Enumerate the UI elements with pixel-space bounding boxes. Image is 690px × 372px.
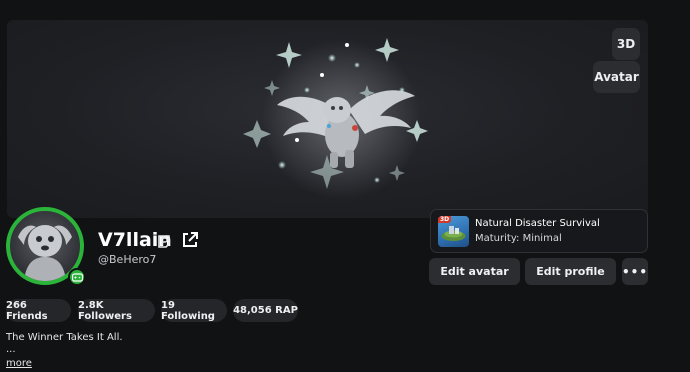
game-thumbnail: 3D	[438, 216, 469, 247]
avatar-banner	[7, 20, 648, 218]
external-link-icon[interactable]	[181, 231, 199, 249]
edit-avatar-button[interactable]: Edit avatar	[429, 258, 520, 285]
game-title[interactable]: Natural Disaster Survival	[475, 218, 600, 229]
premium-badge-icon	[158, 235, 170, 248]
bio-text: The Winner Takes It All.	[6, 332, 123, 343]
bio-more-link[interactable]: more	[6, 358, 32, 369]
game-maturity-rating: Maturity: Minimal	[475, 233, 562, 244]
followers-count-pill[interactable]: 2.8K Followers	[78, 299, 155, 322]
online-status-icon	[68, 268, 86, 286]
edit-profile-button[interactable]: Edit profile	[525, 258, 616, 285]
current-game-card[interactable]: 3D Natural Disaster Survival Maturity: M…	[430, 209, 648, 253]
view-3d-button[interactable]: 3D	[612, 28, 640, 60]
view-avatar-button[interactable]: Avatar	[593, 61, 640, 93]
more-options-button[interactable]: •••	[622, 258, 648, 285]
game-thumb-tag: 3D	[438, 216, 452, 223]
username: @BeHero7	[98, 253, 157, 266]
friends-count-pill[interactable]: 266 Friends	[6, 299, 71, 322]
rap-value-pill[interactable]: 48,056 RAP	[233, 299, 298, 322]
bio-ellipsis: ...	[6, 344, 16, 355]
following-count-pill[interactable]: 19 Following	[161, 299, 227, 322]
avatar-render	[243, 38, 428, 200]
